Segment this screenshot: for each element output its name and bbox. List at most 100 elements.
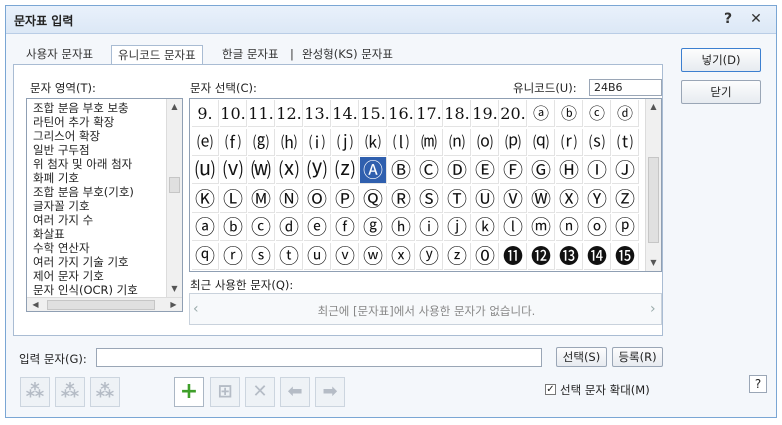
grid-vscrollbar[interactable]: ▲ ▼ — [645, 99, 661, 271]
insert-button[interactable]: 넣기(D) — [681, 48, 761, 72]
character-cell[interactable]: ⓡ — [220, 242, 247, 270]
character-cell[interactable]: Ⓞ — [304, 185, 331, 213]
character-cell[interactable]: ⓐ — [528, 100, 555, 127]
category-item[interactable]: 일반 구두점 — [27, 143, 166, 157]
character-cell[interactable]: ⓚ — [472, 214, 499, 241]
category-item[interactable]: 제어 문자 기호 — [27, 269, 166, 283]
character-cell[interactable]: 12. — [276, 100, 303, 127]
add-icon[interactable]: + — [174, 377, 204, 407]
character-cell[interactable]: 18. — [444, 100, 471, 127]
category-vscrollbar[interactable]: ▲ ▼ — [166, 99, 182, 297]
character-cell[interactable]: ⓓ — [612, 100, 639, 127]
character-cell[interactable]: 17. — [416, 100, 443, 127]
close-dialog-button[interactable]: 닫기 — [681, 80, 761, 104]
character-cell[interactable]: ⓞ — [584, 214, 611, 241]
character-cell[interactable]: ⓛ — [500, 214, 527, 241]
character-grid[interactable]: 9. 10. 11. 12. 13. 14. 15. 16. 17. 18. 19. 20. ⓐ ⓑ ⓒ ⓓ ⒠… — [189, 98, 662, 272]
tab-hangul[interactable]: 한글 문자표 — [216, 45, 285, 65]
character-cell[interactable]: Ⓚ — [192, 185, 219, 213]
category-item[interactable]: 여러 가지 수 — [27, 213, 166, 227]
character-cell[interactable]: ⒪ — [472, 128, 499, 156]
character-cell[interactable]: ⒬ — [528, 128, 555, 156]
character-cell[interactable]: ⓪ — [472, 242, 499, 270]
character-cell[interactable]: Ⓤ — [472, 185, 499, 213]
character-cell[interactable]: Ⓝ — [276, 185, 303, 213]
character-cell[interactable]: Ⓗ — [556, 157, 583, 184]
character-cell[interactable]: ⒫ — [500, 128, 527, 156]
character-cell[interactable]: 14. — [332, 100, 359, 127]
character-cell[interactable]: Ⓢ — [416, 185, 443, 213]
character-cell[interactable]: ⒧ — [388, 128, 415, 156]
character-cell[interactable]: ⒦ — [360, 128, 387, 156]
character-cell[interactable]: Ⓓ — [444, 157, 471, 184]
category-item[interactable]: 화폐 기호 — [27, 171, 166, 185]
character-cell[interactable]: ⓑ — [220, 214, 247, 241]
character-cell[interactable]: Ⓥ — [500, 185, 527, 213]
character-cell[interactable]: ⓟ — [612, 214, 639, 241]
tab-ks[interactable]: 완성형(KS) 문자표 — [296, 45, 399, 65]
character-cell[interactable]: ⒯ — [612, 128, 639, 156]
character-cell[interactable]: ⒮ — [584, 128, 611, 156]
character-cell[interactable]: Ⓨ — [584, 185, 611, 213]
recent-next-icon[interactable]: › — [650, 301, 656, 317]
category-item[interactable]: 위 첨자 및 아래 첨자 — [27, 157, 166, 171]
character-cell[interactable]: Ⓩ — [612, 185, 639, 213]
character-cell[interactable]: ⓒ — [584, 100, 611, 127]
character-cell[interactable]: Ⓙ — [612, 157, 639, 184]
character-cell[interactable]: ⓭ — [556, 242, 583, 270]
character-cell[interactable]: ⓕ — [332, 214, 359, 241]
category-scroll-thumb[interactable] — [169, 177, 180, 193]
character-cell[interactable]: ⓩ — [444, 242, 471, 270]
character-cell[interactable]: Ⓛ — [220, 185, 247, 213]
character-cell[interactable]: ⒲ — [248, 157, 275, 184]
character-cell[interactable]: ⓐ — [192, 214, 219, 241]
category-item[interactable]: 조합 분음 부호 보충 — [27, 101, 166, 115]
character-cell[interactable]: Ⓟ — [332, 185, 359, 213]
tab-user[interactable]: 사용자 문자표 — [20, 45, 99, 65]
character-cell[interactable]: ⓙ — [444, 214, 471, 241]
character-cell[interactable]: ⓯ — [612, 242, 639, 270]
grid-scroll-down-icon[interactable]: ▼ — [646, 256, 661, 270]
input-field[interactable] — [96, 348, 542, 367]
character-cell[interactable]: Ⓑ — [388, 157, 415, 184]
character-cell[interactable]: 19. — [472, 100, 499, 127]
character-cell[interactable]: ⒡ — [220, 128, 247, 156]
character-cell[interactable]: ⓣ — [276, 242, 303, 270]
character-cell[interactable]: Ⓣ — [444, 185, 471, 213]
character-cell[interactable]: Ⓔ — [472, 157, 499, 184]
close-button[interactable]: ✕ — [746, 9, 766, 29]
character-cell[interactable]: ⒢ — [248, 128, 275, 156]
character-cell[interactable]: 11. — [248, 100, 275, 127]
character-cell[interactable]: ⒨ — [416, 128, 443, 156]
character-cell[interactable]: 9. — [192, 100, 219, 127]
category-item[interactable]: 여러 가지 기술 기호 — [27, 255, 166, 269]
character-cell[interactable]: 20. — [500, 100, 527, 127]
character-cell[interactable]: ⒵ — [332, 157, 359, 184]
character-cell[interactable]: Ⓜ — [248, 185, 275, 213]
register-button[interactable]: 등록(R) — [612, 347, 663, 367]
character-cell[interactable]: ⒩ — [444, 128, 471, 156]
character-cell[interactable]: 13. — [304, 100, 331, 127]
character-cell[interactable]: Ⓘ — [584, 157, 611, 184]
character-cell[interactable]: ⒣ — [276, 128, 303, 156]
character-cell[interactable]: ⓫ — [500, 242, 527, 270]
character-cell[interactable]: Ⓦ — [528, 185, 555, 213]
category-item[interactable]: 글자꼴 기호 — [27, 199, 166, 213]
character-cell[interactable]: Ⓐ — [360, 157, 387, 184]
character-cell[interactable]: ⓖ — [360, 214, 387, 241]
character-cell[interactable]: ⒳ — [276, 157, 303, 184]
character-cell[interactable]: ⓔ — [304, 214, 331, 241]
character-cell[interactable]: ⓦ — [360, 242, 387, 270]
scroll-up-icon[interactable]: ▲ — [167, 100, 182, 114]
character-cell[interactable]: Ⓡ — [388, 185, 415, 213]
category-list[interactable]: 조합 분음 부호 보충 라틴어 추가 확장 그리스어 확장 일반 구두점 위 첨자 및 … — [26, 98, 183, 312]
grid-scroll-thumb[interactable] — [648, 157, 659, 243]
character-cell[interactable]: ⓜ — [528, 214, 555, 241]
category-item[interactable]: 라틴어 추가 확장 — [27, 115, 166, 129]
category-item[interactable]: 수학 연산자 — [27, 241, 166, 255]
category-hscrollbar[interactable]: ◀ ▶ — [27, 297, 182, 311]
character-cell[interactable]: ⓮ — [584, 242, 611, 270]
select-button[interactable]: 선택(S) — [556, 347, 607, 367]
character-cell[interactable]: ⒤ — [304, 128, 331, 156]
character-cell[interactable]: ⓥ — [332, 242, 359, 270]
